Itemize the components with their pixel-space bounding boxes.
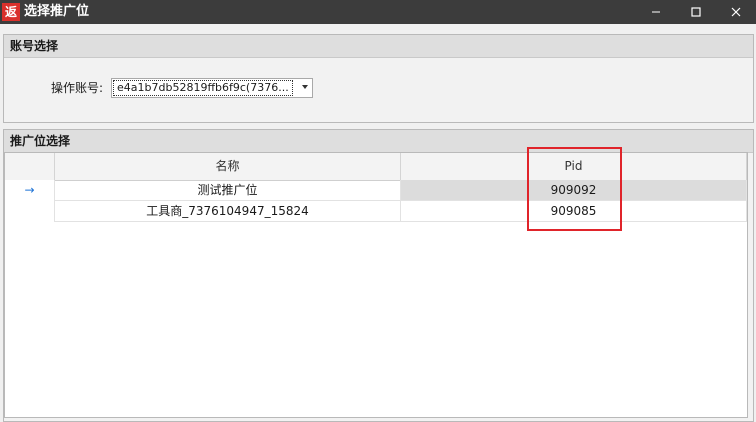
account-group-header: 账号选择 (4, 35, 753, 58)
maximize-icon (691, 7, 701, 17)
account-select-value: e4a1b7db52819ffb6f9c(7376... (113, 80, 293, 96)
row-indicator-header (5, 153, 55, 180)
minimize-icon (652, 11, 660, 13)
cell-name[interactable]: 工具商_7376104947_15824 (55, 201, 401, 222)
cell-name[interactable]: 测试推广位 (55, 180, 401, 201)
window-title: 选择推广位 (24, 4, 90, 19)
arrow-right-icon: → (24, 183, 35, 197)
cell-pid[interactable]: 909092 (401, 180, 747, 201)
app-icon: 返 (2, 3, 20, 21)
account-label: 操作账号: (51, 81, 104, 95)
account-group: 账号选择 操作账号: e4a1b7db52819ffb6f9c(7376... (3, 34, 754, 123)
row-indicator (5, 201, 55, 222)
title-bar: 返 选择推广位 (0, 0, 756, 24)
chevron-down-icon[interactable] (302, 85, 308, 89)
close-button[interactable] (716, 0, 756, 24)
column-header-pid[interactable]: Pid (401, 153, 747, 180)
grid-header: 名称 Pid (5, 153, 747, 181)
table-row[interactable]: 工具商_7376104947_15824 909085 (5, 201, 747, 222)
current-row-indicator: → (5, 180, 55, 201)
minimize-button[interactable] (636, 0, 676, 24)
position-group-header: 推广位选择 (4, 130, 753, 153)
cell-pid[interactable]: 909085 (401, 201, 747, 222)
close-icon (731, 7, 741, 17)
maximize-button[interactable] (676, 0, 716, 24)
column-header-name[interactable]: 名称 (55, 153, 401, 180)
position-grid[interactable]: 名称 Pid → 测试推广位 909092 工具商_7376104947_158… (4, 152, 748, 418)
table-row[interactable]: → 测试推广位 909092 (5, 180, 747, 201)
account-select[interactable]: e4a1b7db52819ffb6f9c(7376... (111, 78, 313, 98)
